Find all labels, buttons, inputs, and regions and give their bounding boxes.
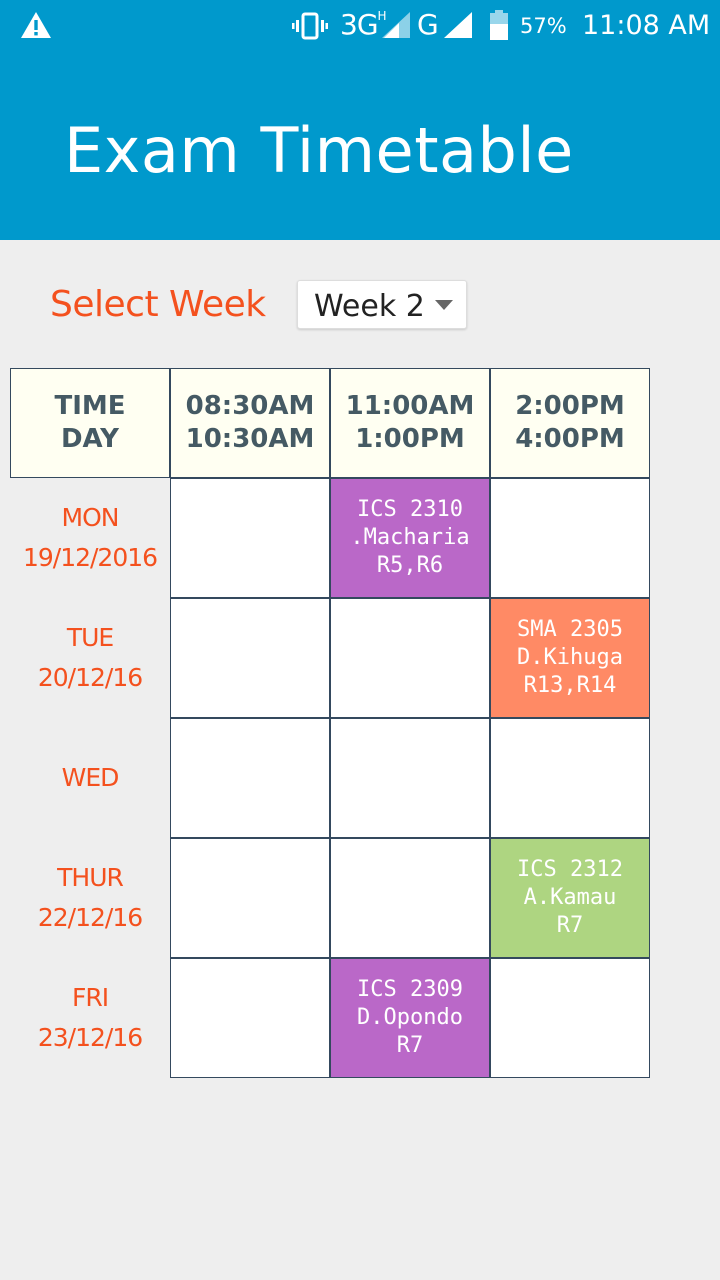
vibrate-icon [292, 12, 328, 40]
empty-cell[interactable] [170, 838, 330, 958]
day-date: 22/12/16 [37, 903, 143, 932]
header-time-day: TIME DAY [10, 368, 170, 478]
day-name: FRI [71, 983, 109, 1012]
exam-cell[interactable]: ICS 2312 A.Kamau R7 [490, 838, 650, 958]
day-name: TUE [66, 623, 114, 652]
slot-line: 08:30AM [185, 391, 315, 421]
empty-cell[interactable] [170, 718, 330, 838]
exam-cell[interactable]: ICS 2310 .Macharia R5,R6 [330, 478, 490, 598]
page-title: Exam Timetable [64, 114, 574, 187]
exam-line: R13,R14 [523, 673, 617, 698]
exam-line: ICS 2309 [357, 977, 463, 1002]
signal-icon [382, 12, 410, 38]
app-bar: 3GH G 57% 11:08 AM Exam Timetable [0, 0, 720, 240]
empty-cell[interactable] [330, 838, 490, 958]
battery-percent: 57% [520, 14, 567, 38]
warning-icon[interactable] [20, 10, 52, 40]
status-clock: 11:08 AM [582, 10, 711, 41]
day-label: FRI 23/12/16 [10, 958, 170, 1078]
slot-line: 11:00AM [345, 391, 475, 421]
header-line: DAY [60, 424, 120, 454]
day-name: THUR [57, 863, 124, 892]
network-g: G [417, 8, 439, 41]
select-week-label: Select Week [50, 284, 266, 325]
header-slot: 08:30AM 10:30AM [170, 368, 330, 478]
week-dropdown-value: Week 2 [314, 289, 425, 324]
slot-line: 10:30AM [185, 424, 315, 454]
day-label: TUE 20/12/16 [10, 598, 170, 718]
day-label: THUR 22/12/16 [10, 838, 170, 958]
day-label: MON 19/12/2016 [10, 478, 170, 598]
empty-cell[interactable] [170, 598, 330, 718]
exam-line: ICS 2312 [517, 857, 623, 882]
exam-line: .Macharia [350, 525, 470, 550]
day-label: WED [10, 718, 170, 838]
exam-line: D.Opondo [357, 1005, 463, 1030]
day-date: 19/12/2016 [22, 543, 158, 572]
empty-cell[interactable] [490, 958, 650, 1078]
dropdown-arrow-icon[interactable] [435, 300, 453, 310]
empty-cell[interactable] [330, 718, 490, 838]
status-bar: 3GH G 57% 11:08 AM [0, 0, 720, 52]
exam-line: R7 [396, 1033, 424, 1058]
exam-line: D.Kihuga [517, 645, 623, 670]
exam-line: ICS 2310 [357, 497, 463, 522]
exam-line: A.Kamau [523, 885, 617, 910]
network-3g: 3GH [340, 8, 387, 41]
empty-cell[interactable] [170, 958, 330, 1078]
day-date: 23/12/16 [37, 1023, 143, 1052]
header-line: TIME [54, 391, 126, 421]
slot-line: 4:00PM [515, 424, 625, 454]
exam-line: R7 [556, 913, 584, 938]
empty-cell[interactable] [170, 478, 330, 598]
day-name: MON [61, 503, 120, 532]
exam-cell[interactable]: ICS 2309 D.Opondo R7 [330, 958, 490, 1078]
exam-line: R5,R6 [376, 553, 444, 578]
header-slot: 2:00PM 4:00PM [490, 368, 650, 478]
exam-line: SMA 2305 [517, 617, 623, 642]
exam-cell[interactable]: SMA 2305 D.Kihuga R13,R14 [490, 598, 650, 718]
empty-cell[interactable] [490, 478, 650, 598]
empty-cell[interactable] [490, 718, 650, 838]
day-name: WED [61, 763, 120, 792]
slot-line: 2:00PM [515, 391, 625, 421]
header-slot: 11:00AM 1:00PM [330, 368, 490, 478]
day-date: 20/12/16 [37, 663, 143, 692]
battery-icon [490, 10, 508, 40]
empty-cell[interactable] [330, 598, 490, 718]
week-dropdown[interactable]: Week 2 [297, 280, 467, 329]
signal-icon-2 [444, 12, 472, 38]
slot-line: 1:00PM [355, 424, 465, 454]
